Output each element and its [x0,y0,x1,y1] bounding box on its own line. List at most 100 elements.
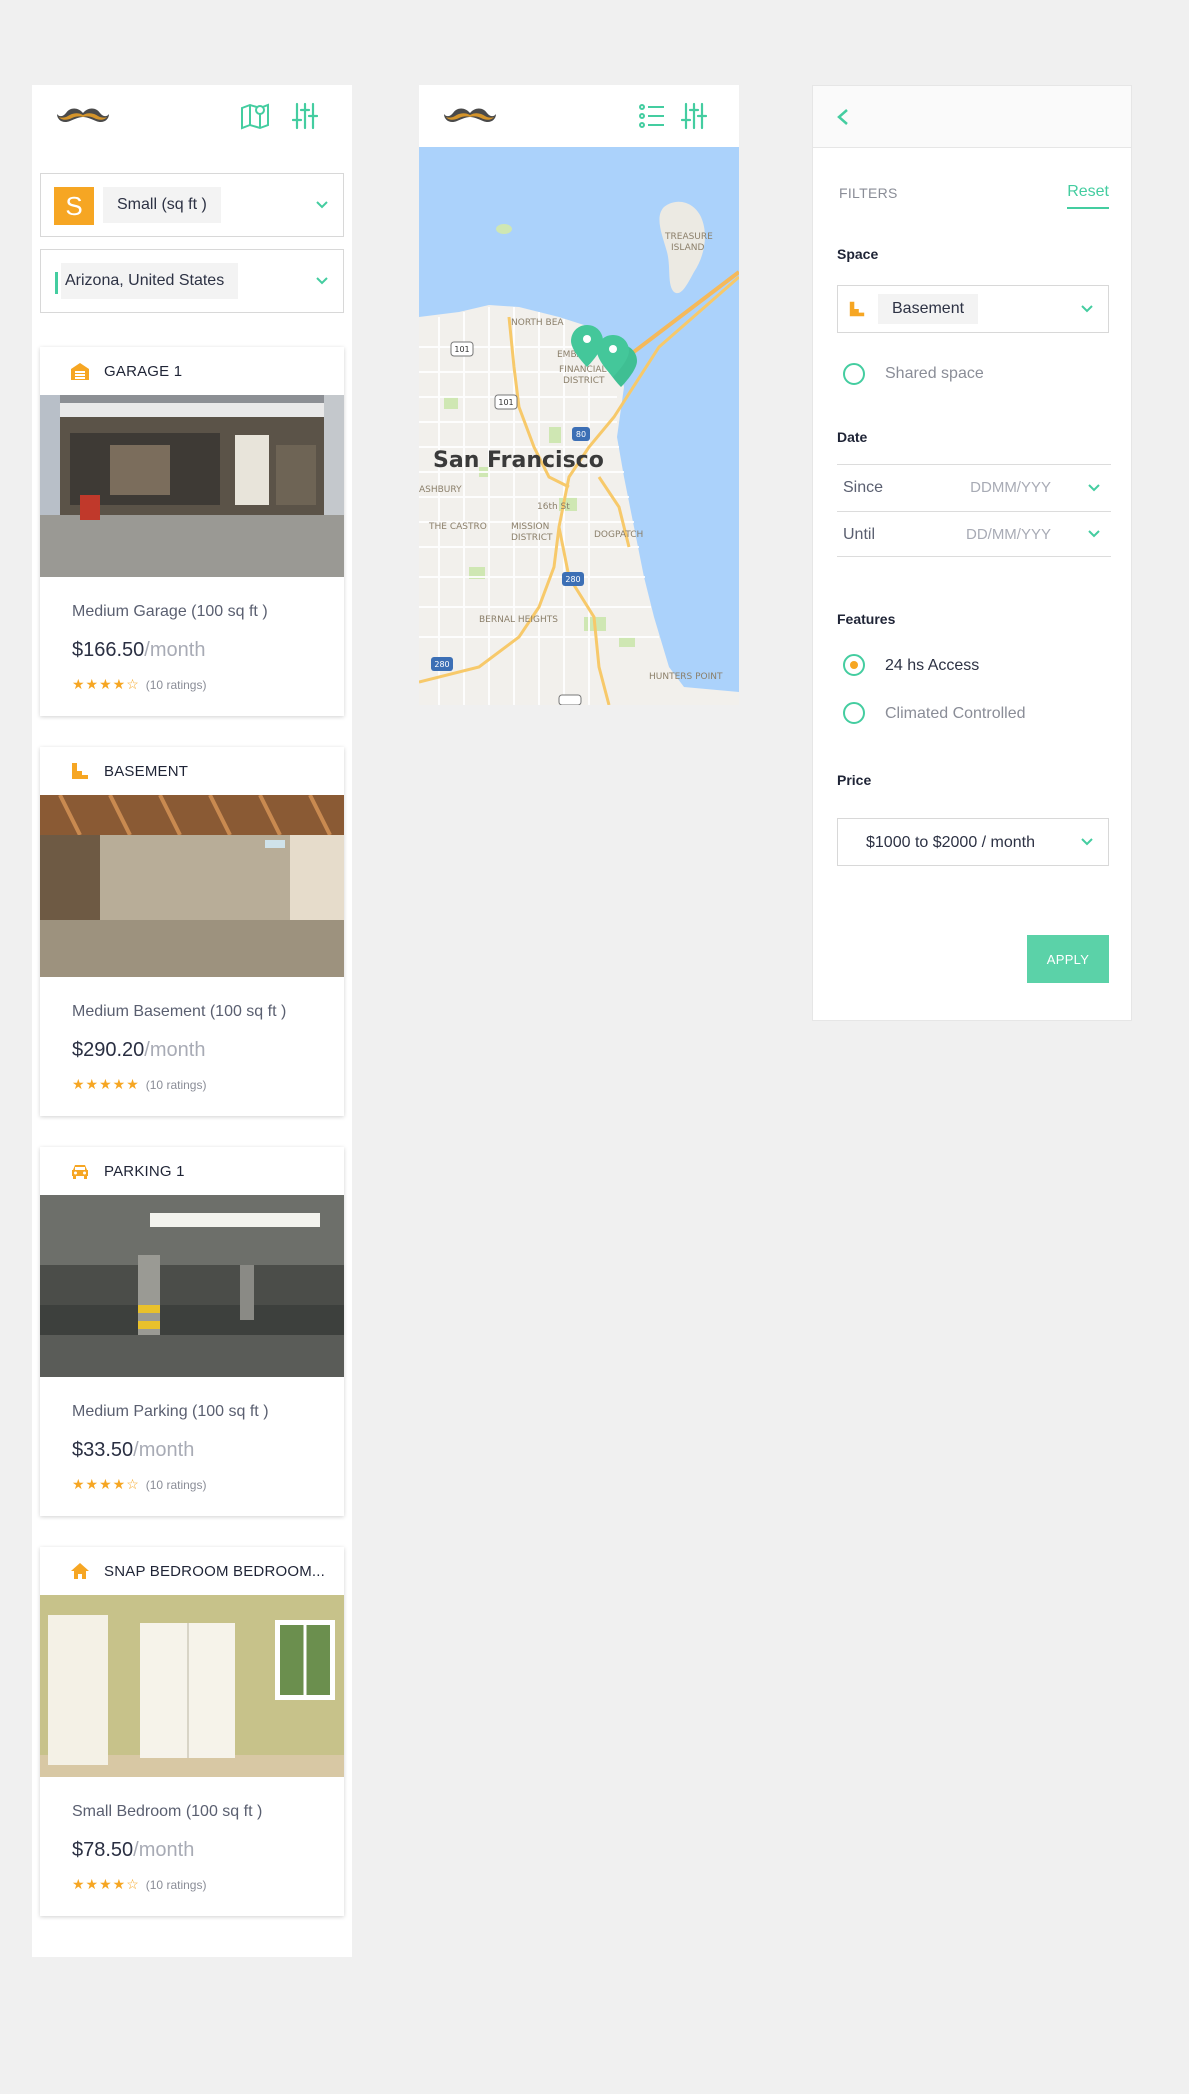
until-placeholder: DD/MM/YYY [965,526,1051,543]
listing-price: $290.20/month [72,1039,344,1062]
star-rating: ★★★★☆ [72,1876,140,1892]
listing-card[interactable]: SNAP BEDROOM BEDROOM... Small Bedroom (1… [40,1547,344,1916]
garage-photo [40,395,344,577]
feature-24hs-label: 24 hs Access [885,657,980,674]
price-title: Price [837,772,872,788]
rating: ★★★★☆ (10 ratings) [72,1476,344,1493]
route-shield: 280 [562,572,584,586]
listing-price: $166.50/month [72,639,344,662]
listings-screen: S Small (sq ft ) Arizona, United States … [32,85,352,1957]
location-select[interactable]: Arizona, United States [40,249,344,313]
rating-count: (10 ratings) [145,677,207,692]
rating-count: (10 ratings) [145,1077,207,1092]
rating-count: (10 ratings) [145,1477,207,1492]
basement-icon [72,763,88,779]
feature-climate-radio[interactable] [843,702,865,724]
route-shield: 280 [431,657,453,671]
city-label: San Francisco [433,448,604,473]
apply-button[interactable]: APPLY [1027,935,1109,983]
route-shield [558,694,582,705]
route-shield: 101 [450,341,474,357]
size-value: Small (sq ft ) [103,187,221,223]
home-icon [71,1563,89,1579]
mustache-logo [444,108,496,123]
since-date-field[interactable]: Since DDMM/YYY [837,464,1111,510]
price-amount: $166.50 [72,639,145,661]
price-value: $1000 to $2000 / month [866,834,1036,851]
bedroom-photo [40,1595,344,1777]
listing-name: Medium Parking (100 sq ft ) [72,1403,269,1420]
feature-24hs-radio[interactable] [843,654,865,676]
chevron-down-icon [1081,838,1093,846]
price-amount: $33.50 [72,1439,134,1461]
basement-icon [849,301,865,317]
basement-photo [40,795,344,977]
map-label: DOGPATCH [594,530,643,540]
card-category: SNAP BEDROOM BEDROOM... [104,1563,326,1580]
svg-text:280: 280 [565,575,580,584]
card-header: GARAGE 1 [40,347,344,395]
feature-climate-label: Climated Controlled [885,705,1026,722]
reset-link[interactable]: Reset [1067,183,1109,209]
mustache-logo [57,108,109,123]
filter-sliders-icon[interactable] [290,101,320,131]
price-unit: /month [133,1839,195,1861]
chevron-down-icon [316,277,328,285]
listing-price: $33.50/month [72,1439,344,1462]
location-cursor [55,272,58,294]
back-arrow-icon[interactable] [833,106,853,128]
route-shield: 101 [494,394,518,410]
map-view-icon[interactable] [240,101,270,131]
listing-card[interactable]: GARAGE 1 Medium Garage (100 sq ft ) $166… [40,347,344,716]
listing-name: Small Bedroom (100 sq ft ) [72,1803,263,1820]
space-select[interactable]: Basement [837,285,1109,333]
star-rating: ★★★★☆ [72,676,140,692]
location-value: Arizona, United States [61,263,239,299]
shared-space-label: Shared space [885,365,984,382]
card-category: PARKING 1 [104,1163,185,1180]
features-title: Features [837,611,896,627]
map-label: ISLAND [671,243,704,253]
card-header: PARKING 1 [40,1147,344,1195]
price-unit: /month [144,1039,206,1061]
rating: ★★★★★ (10 ratings) [72,1076,344,1093]
city-map[interactable]: TREASURE ISLAND NORTH BEA EMBARC FINANCI… [419,147,739,705]
chevron-down-icon [1088,530,1100,538]
listing-card[interactable]: PARKING 1 Medium Parking (100 sq ft ) $3… [40,1147,344,1516]
top-bar [32,85,352,147]
size-badge: S [54,187,94,225]
list-view-icon[interactable] [637,101,667,131]
map-label: 16th St [537,502,570,512]
shared-space-radio[interactable] [843,363,865,385]
filter-sliders-icon[interactable] [679,101,709,131]
card-header: SNAP BEDROOM BEDROOM... [40,1547,344,1595]
map-label: DISTRICT [511,533,553,543]
star-rating: ★★★★★ [72,1076,140,1092]
chevron-down-icon [316,201,328,209]
card-header: BASEMENT [40,747,344,795]
price-unit: /month [144,639,206,661]
listing-name: Medium Garage (100 sq ft ) [72,603,268,620]
filters-header [813,86,1131,148]
rating-count: (10 ratings) [145,1877,207,1892]
chevron-down-icon [1088,483,1100,491]
map-label: DISTRICT [563,376,605,386]
since-label: Since [843,479,884,496]
filters-screen: FILTERS Reset Space Basement Shared spac… [812,85,1132,1021]
route-shield: 80 [572,427,590,441]
svg-text:101: 101 [498,398,513,407]
map-label: ASHBURY [419,485,462,495]
price-select[interactable]: $1000 to $2000 / month [837,818,1109,866]
filters-title: FILTERS [839,185,898,201]
top-bar [419,85,739,147]
map-screen: TREASURE ISLAND NORTH BEA EMBARC FINANCI… [419,85,739,705]
svg-text:101: 101 [454,345,469,354]
until-label: Until [843,526,876,543]
map-label: TREASURE [664,232,713,242]
size-select[interactable]: S Small (sq ft ) [40,173,344,237]
until-date-field[interactable]: Until DD/MM/YYY [837,511,1111,557]
listing-card[interactable]: BASEMENT Medium Basement (100 sq ft ) $2… [40,747,344,1116]
map-label: THE CASTRO [428,522,487,532]
rating: ★★★★☆ (10 ratings) [72,1876,344,1893]
svg-text:80: 80 [576,430,586,439]
